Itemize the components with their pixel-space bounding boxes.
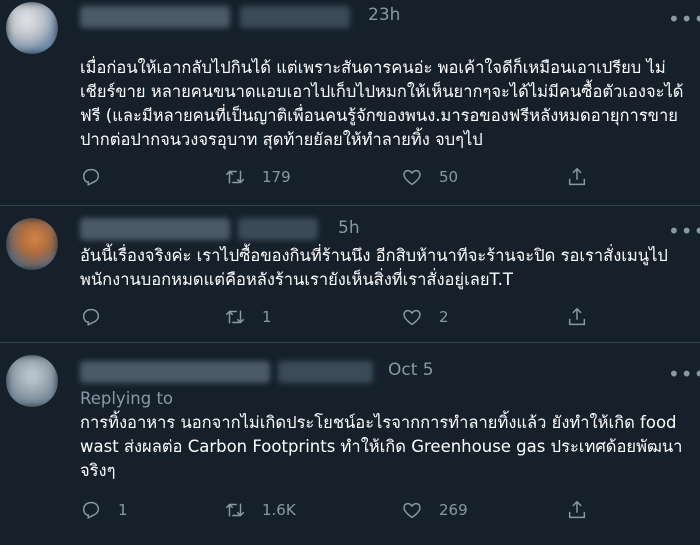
like-icon: [403, 502, 421, 519]
author-name-redacted[interactable]: [80, 218, 230, 240]
retweet-count: 1: [262, 308, 272, 326]
tweet-timestamp[interactable]: Oct 5: [388, 360, 434, 380]
retweet-count: 1.6K: [262, 501, 296, 519]
retweet-button[interactable]: 179: [224, 166, 291, 188]
like-button[interactable]: 50: [401, 166, 458, 188]
tweet-2[interactable]: 5h ••• อันนี้เรื่องจริงค่ะ เราไปซื้อของก…: [0, 206, 700, 343]
like-count: 269: [439, 501, 468, 519]
avatar[interactable]: [6, 355, 58, 407]
author-name-redacted[interactable]: [80, 6, 230, 28]
reply-button[interactable]: 1: [80, 499, 128, 521]
tweet-actions: 1 1.6K 269: [80, 499, 600, 525]
avatar[interactable]: [6, 218, 58, 270]
retweet-button[interactable]: 1.6K: [224, 499, 296, 521]
tweet-1[interactable]: 23h ••• เมื่อก่อนให้เอากลับไปกินได้ แต่เ…: [0, 0, 700, 206]
reply-button[interactable]: [80, 306, 118, 328]
like-icon: [403, 309, 421, 326]
like-count: 2: [439, 308, 449, 326]
tweet-text: เมื่อก่อนให้เอากลับไปกินได้ แต่เพราะสันด…: [80, 58, 684, 149]
retweet-icon: [225, 310, 245, 324]
like-button[interactable]: 269: [401, 499, 468, 521]
replying-to-line: Replying to: [80, 387, 690, 411]
reply-icon: [82, 501, 100, 519]
share-button[interactable]: [566, 306, 588, 328]
share-button[interactable]: [566, 499, 588, 521]
share-icon: [568, 167, 586, 186]
author-handle-redacted[interactable]: [278, 361, 373, 383]
avatar[interactable]: [6, 2, 58, 54]
more-icon[interactable]: •••: [668, 364, 700, 387]
replying-to-label: Replying to: [80, 389, 174, 408]
retweet-icon: [225, 170, 245, 184]
tweet-actions: 179 50: [80, 166, 600, 192]
retweet-button[interactable]: 1: [224, 306, 272, 328]
retweet-count: 179: [262, 168, 291, 186]
tweet-timestamp[interactable]: 23h: [368, 5, 400, 25]
like-icon: [403, 169, 421, 186]
more-icon[interactable]: •••: [668, 9, 700, 32]
tweet-text: อันนี้เรื่องจริงค่ะ เราไปซื้อของกินที่ร้…: [80, 246, 668, 289]
share-icon: [568, 500, 586, 519]
author-name-redacted[interactable]: [80, 361, 270, 383]
author-handle-redacted[interactable]: [240, 6, 350, 28]
reply-icon: [82, 168, 100, 186]
like-count: 50: [439, 168, 459, 186]
reply-icon: [82, 308, 100, 326]
reply-button[interactable]: [80, 166, 118, 188]
author-handle-redacted[interactable]: [238, 218, 318, 240]
tweet-3[interactable]: Oct 5 ••• Replying to การทิ้งอาหาร นอกจา…: [0, 343, 700, 545]
tweet-actions: 1 2: [80, 306, 600, 332]
like-button[interactable]: 2: [401, 306, 449, 328]
more-icon[interactable]: •••: [668, 221, 700, 244]
share-button[interactable]: [566, 166, 588, 188]
retweet-icon: [225, 503, 245, 517]
tweet-text: การทิ้งอาหาร นอกจากไม่เกิดประโยชน์อะไรจา…: [80, 413, 683, 480]
share-icon: [568, 307, 586, 326]
tweet-timestamp[interactable]: 5h: [338, 218, 360, 238]
reply-count: 1: [118, 501, 128, 519]
